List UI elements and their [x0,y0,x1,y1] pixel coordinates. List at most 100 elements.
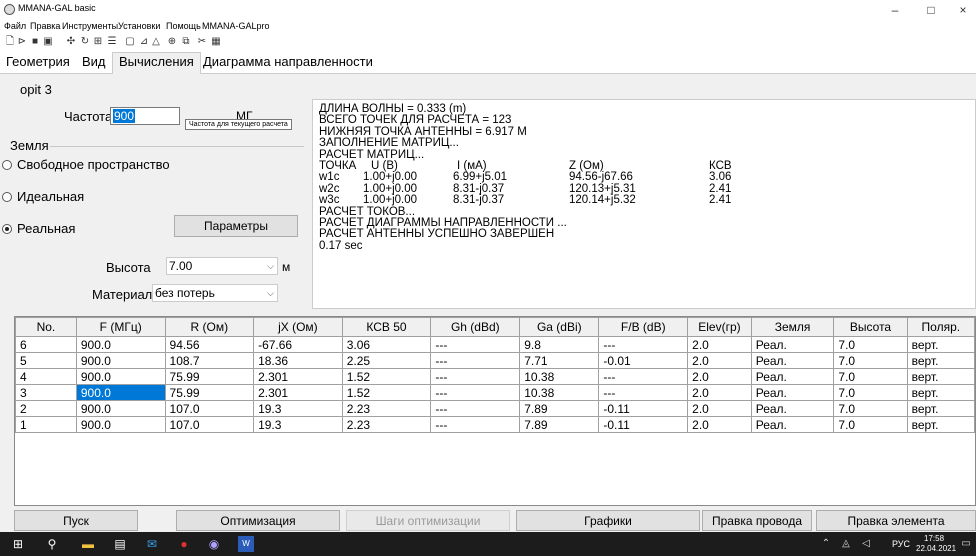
search-icon[interactable]: ⚲ [44,536,60,552]
menu-settings[interactable]: Установки [118,21,160,31]
target-icon[interactable]: ⊕ [166,35,178,48]
table-row[interactable]: 1 900.0 107.0 19.3 2.23 --- 7.89 -0.11 2.0 Реал. 7… [15,416,975,433]
table-cell[interactable]: 7.71 [519,352,600,369]
table-cell[interactable]: 7.0 [833,368,908,385]
table-cell[interactable]: Реал. [750,384,835,401]
ground-real-label[interactable]: Реальная [17,221,75,236]
table-cell[interactable]: 19.3 [253,416,343,433]
stretch-icon[interactable]: ☰ [106,35,118,48]
table-cell[interactable]: -0.01 [598,352,689,369]
table-cell[interactable]: 2.0 [687,368,752,385]
table-cell[interactable]: 2 [15,400,77,417]
table-cell[interactable]: 107.0 [164,400,255,417]
volume-icon[interactable]: ◁ [858,536,874,552]
menu-edit[interactable]: Правка [30,21,60,31]
view-icon[interactable]: ▢ [124,35,136,48]
table-cell[interactable]: 7.0 [833,336,908,353]
table-cell[interactable]: 10.38 [519,368,600,385]
column-header[interactable]: Высота [833,317,908,337]
table-cell[interactable]: --- [430,336,521,353]
new-file-icon[interactable]: 🗋 [4,35,16,48]
table-cell[interactable]: 7.0 [833,384,908,401]
table-cell[interactable]: 107.0 [164,416,255,433]
table-cell[interactable]: --- [430,400,521,417]
table-cell[interactable]: верт. [906,336,975,353]
table-cell[interactable]: -0.11 [598,416,689,433]
column-header[interactable]: F/B (dB) [598,317,689,337]
network-icon[interactable]: ◬ [838,536,854,552]
store-icon[interactable]: ▤ [112,536,128,552]
move-icon[interactable]: ✣ [65,35,77,48]
table-cell[interactable]: 7.89 [519,416,600,433]
menu-pro[interactable]: MMANA-GALpro [202,21,270,31]
table-cell[interactable]: --- [598,336,689,353]
yandex-browser-icon[interactable]: ● [176,536,192,552]
table-cell[interactable]: 1.52 [341,384,432,401]
optimize-button[interactable]: Оптимизация [176,510,340,531]
table-cell[interactable]: верт. [906,416,975,433]
table-cell[interactable]: верт. [906,368,975,385]
table-cell[interactable]: 4 [15,368,77,385]
table-cell[interactable]: верт. [906,384,975,401]
ground-real-radio[interactable] [2,224,12,234]
table-row[interactable]: 3 900.0 75.99 2.301 1.52 --- 10.38 --- 2.0 Реал. 7… [15,384,975,401]
table-row[interactable]: 5 900.0 108.7 18.36 2.25 --- 7.71 -0.01 2.0 Реал.… [15,352,975,369]
table-cell[interactable]: 7.0 [833,416,908,433]
browser-icon[interactable]: ◉ [206,536,222,552]
table-cell[interactable]: 3 [15,384,77,401]
column-header[interactable]: Поляр. [906,317,975,337]
table-cell[interactable]: Реал. [750,400,835,417]
table-cell[interactable]: 2.0 [687,352,752,369]
table-row[interactable]: 6 900.0 94.56 -67.66 3.06 --- 9.8 --- 2.0 Реал. 7.… [15,336,975,353]
table-cell[interactable]: 5 [15,352,77,369]
ground-ideal-label[interactable]: Идеальная [17,189,84,204]
notifications-icon[interactable]: ▭ [958,536,974,552]
chevron-up-icon[interactable]: ⌃ [818,536,834,552]
table-cell[interactable]: 19.3 [253,400,343,417]
rotate-icon[interactable]: ↻ [79,35,91,48]
start-button[interactable]: Пуск [14,510,138,531]
menu-tools[interactable]: Инструменты [62,21,118,31]
table-cell[interactable]: 75.99 [164,384,255,401]
open-file-icon[interactable]: ⊳ [16,35,28,48]
table-cell[interactable]: 2.23 [341,416,432,433]
material-combo[interactable]: без потерь ⌵ [152,284,278,302]
mail-icon[interactable]: ✉ [144,536,160,552]
table-cell[interactable]: Реал. [750,368,835,385]
column-header[interactable]: КСВ 50 [341,317,432,337]
table-cell[interactable]: 900.0 [75,368,166,385]
print-icon[interactable]: ▣ [42,35,54,48]
column-header[interactable]: R (Ом) [164,317,255,337]
table-cell[interactable]: --- [598,368,689,385]
column-header[interactable]: Elev(гр) [687,317,752,337]
ground-free-radio[interactable] [2,160,12,170]
charts-button[interactable]: Графики [516,510,700,531]
table-cell[interactable]: 2.23 [341,400,432,417]
table-cell[interactable]: 3.06 [341,336,432,353]
table-cell[interactable]: верт. [906,400,975,417]
table-cell[interactable]: верт. [906,352,975,369]
table-row[interactable]: 2 900.0 107.0 19.3 2.23 --- 7.89 -0.11 2.0 Реал. 7… [15,400,975,417]
table-cell[interactable]: -0.11 [598,400,689,417]
table-cell[interactable]: 2.25 [341,352,432,369]
menu-file[interactable]: Файл [4,21,26,31]
ground-free-label[interactable]: Свободное пространство [17,157,170,172]
table-cell[interactable]: 75.99 [164,368,255,385]
results-grid[interactable]: No. F (МГц) R (Ом) jX (Ом) КСВ 50 Gh (dBd) Ga … [14,316,976,506]
column-header[interactable]: jX (Ом) [253,317,343,337]
table-cell[interactable]: --- [430,368,521,385]
table-cell[interactable]: 1.52 [341,368,432,385]
table-cell[interactable]: --- [430,416,521,433]
table-cell[interactable]: 108.7 [164,352,255,369]
tab-view[interactable]: Вид [76,53,112,74]
table-cell[interactable]: 18.36 [253,352,343,369]
tab-calculations[interactable]: Вычисления [112,52,201,75]
table-row[interactable]: 4 900.0 75.99 2.301 1.52 --- 10.38 --- 2.0 Реал. 7… [15,368,975,385]
table-cell[interactable]: Реал. [750,416,835,433]
table-cell[interactable]: 94.56 [164,336,255,353]
table-cell[interactable]: 2.0 [687,336,752,353]
table-cell[interactable]: --- [430,352,521,369]
table-cell[interactable]: Реал. [750,352,835,369]
tab-geometry[interactable]: Геометрия [0,53,76,74]
table-cell[interactable]: 1 [15,416,77,433]
